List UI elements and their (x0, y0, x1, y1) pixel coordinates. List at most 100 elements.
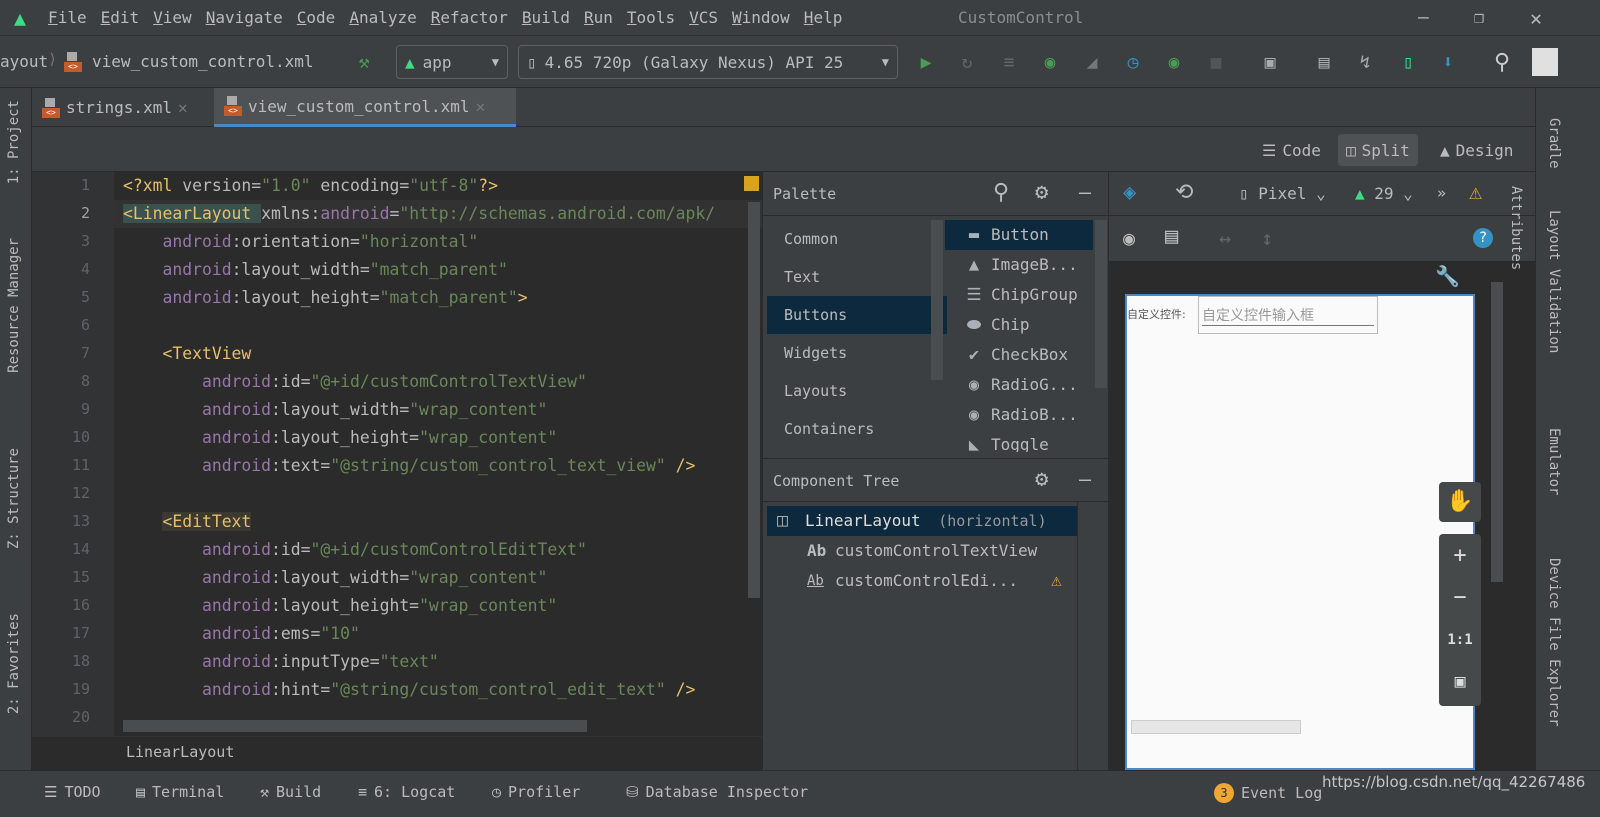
minimize-icon[interactable]: — (1079, 467, 1091, 491)
gear-icon[interactable]: ⚙ (1035, 180, 1048, 205)
avatar[interactable] (1532, 48, 1558, 76)
warning-icon[interactable]: ⚠ (1469, 180, 1482, 205)
code-line[interactable]: <LinearLayout xmlns:android="http://sche… (123, 200, 715, 228)
help-icon[interactable]: ? (1473, 228, 1493, 248)
palette-item[interactable]: ☰ ChipGroup (945, 280, 1093, 310)
terminal-icon[interactable]: ▤ (1312, 50, 1336, 74)
layers-icon[interactable]: ◈ (1123, 180, 1136, 205)
gradle-sync-icon[interactable]: ↯ (1353, 50, 1377, 74)
vertical-resize-icon[interactable]: ↕ (1261, 226, 1273, 250)
zoom-in-button[interactable]: + (1439, 536, 1481, 576)
terminal-button[interactable]: ▤ Terminal (136, 783, 224, 801)
menu-navigate[interactable]: Navigate (206, 8, 283, 27)
menu-view[interactable]: View (153, 8, 192, 27)
items-scrollbar[interactable] (1095, 220, 1107, 388)
code-line[interactable]: android:id="@+id/customControlTextView" (123, 368, 587, 396)
project-structure-icon[interactable]: ▣ (1258, 50, 1282, 74)
device-select[interactable]: ▯ 4.65 720p (Galaxy Nexus) API 25 ▼ (518, 45, 898, 79)
zoom-fit-icon[interactable]: ▣ (1439, 662, 1481, 702)
tool-emulator[interactable]: Emulator (1546, 428, 1562, 495)
palette-item[interactable]: ⬬ Chip (945, 310, 1093, 340)
wrench-icon[interactable]: 🔧 (1435, 264, 1460, 288)
profiler-button[interactable]: ◷ Profiler (492, 783, 580, 801)
sdk-manager-icon[interactable]: ⬇ (1436, 50, 1460, 74)
code-line[interactable]: <TextView (123, 340, 251, 368)
tool-resource-manager[interactable]: Resource Manager (6, 238, 22, 373)
palette-item[interactable]: ◣ Toggle (945, 430, 1093, 452)
hammer-icon[interactable]: ⚒ (352, 50, 376, 74)
attach-debugger-icon[interactable]: ◉ (1162, 50, 1186, 74)
menu-help[interactable]: Help (804, 8, 843, 27)
code-line[interactable]: <EditText (123, 508, 252, 536)
code-line[interactable]: android:ems="10" (123, 620, 360, 648)
api-picker[interactable]: ▲ 29 ⌄ (1355, 184, 1413, 203)
device-preview[interactable]: 自定义控件: 自定义控件输入框 (1125, 294, 1475, 770)
menu-analyze[interactable]: Analyze (349, 8, 416, 27)
minimize-icon[interactable]: — (1079, 180, 1091, 204)
menu-run[interactable]: Run (584, 8, 613, 27)
close-button[interactable]: ✕ (1530, 6, 1542, 30)
menu-code[interactable]: Code (297, 8, 336, 27)
code-line[interactable]: android:layout_width="wrap_content" (123, 396, 547, 424)
code-line[interactable]: android:layout_width="match_parent" (123, 256, 507, 284)
run-config-select[interactable]: ▲ app ▼ (396, 45, 508, 79)
vertical-scrollbar[interactable] (748, 202, 760, 598)
palette-item[interactable]: ✔ CheckBox (945, 340, 1093, 370)
overflow-icon[interactable]: » (1437, 184, 1446, 202)
apply-changes-icon[interactable]: ↻ (955, 50, 979, 74)
palette-item[interactable]: ◉ RadioB... (945, 400, 1093, 430)
tab-strings-xml[interactable]: strings.xml ✕ (32, 88, 198, 127)
logcat-button[interactable]: ≡ 6: Logcat (358, 783, 455, 801)
code-line[interactable]: android:layout_height="wrap_content" (123, 424, 557, 452)
gear-icon[interactable]: ⚙ (1035, 467, 1048, 492)
tool-gradle[interactable]: Gradle (1546, 118, 1562, 169)
code-line[interactable]: android:orientation="horizontal" (123, 228, 478, 256)
close-tab-icon[interactable]: ✕ (178, 98, 188, 117)
search-icon[interactable]: ⚲ (993, 180, 1009, 205)
build-button[interactable]: ⚒ Build (260, 783, 321, 801)
tool-device-file-explorer[interactable]: Device File Explorer (1546, 558, 1562, 727)
tree-item-textview[interactable]: Ab customControlTextView (767, 536, 1077, 566)
horizontal-scrollbar[interactable] (123, 720, 587, 732)
design-mode-button[interactable]: ▲ Design (1432, 134, 1521, 166)
search-icon[interactable]: ⚲ (1490, 50, 1514, 75)
breadcrumb-file[interactable]: view_custom_control.xml (92, 52, 314, 71)
minimize-button[interactable]: — (1418, 7, 1429, 28)
code-line[interactable]: android:id="@+id/customControlEditText" (123, 536, 587, 564)
run-icon[interactable]: ▶ (914, 50, 938, 74)
apply-code-changes-icon[interactable]: ≡ (997, 50, 1021, 74)
eye-icon[interactable]: ◉ (1123, 226, 1135, 250)
split-mode-button[interactable]: ◫ Split (1338, 134, 1418, 166)
code-line[interactable]: android:layout_height="match_parent"> (123, 284, 527, 312)
code-line[interactable]: android:text="@string/custom_control_tex… (123, 452, 695, 480)
tree-item-linearlayout[interactable]: ◫ LinearLayout (horizontal) (767, 506, 1077, 536)
event-log-button[interactable]: 3 Event Log (1214, 783, 1322, 803)
horizontal-resize-icon[interactable]: ↔ (1219, 226, 1231, 250)
avd-manager-icon[interactable]: ▯ (1396, 50, 1420, 74)
code-editor[interactable]: 1 2 3 4 5 6 7 8 9 10 11 12 13 14 15 16 17 18 19 20 <?xml ve… (32, 172, 762, 736)
attach-icon[interactable]: ◢ (1080, 50, 1104, 74)
code-line[interactable]: android:layout_width="wrap_content" (123, 564, 547, 592)
device-picker[interactable]: ▯ Pixel ⌄ (1239, 184, 1326, 203)
palette-item[interactable]: ▬ Button (945, 220, 1093, 250)
tree-item-edittext[interactable]: Ab customControlEdi... ⚠ (767, 566, 1077, 596)
tool-structure[interactable]: Z: Structure (6, 448, 22, 549)
code-line[interactable]: android:hint="@string/custom_control_edi… (123, 676, 695, 704)
zoom-actual-button[interactable]: 1:1 (1439, 620, 1481, 660)
orientation-icon[interactable]: ⟲ (1175, 180, 1193, 205)
menu-tools[interactable]: Tools (627, 8, 675, 27)
tool-project[interactable]: 1: Project (6, 100, 22, 184)
palette-item[interactable]: ▲ ImageB... (945, 250, 1093, 280)
zoom-out-button[interactable]: − (1439, 578, 1481, 618)
tab-view-custom-control-xml[interactable]: view_custom_control.xml ✕ (214, 88, 516, 127)
debug-icon[interactable]: ◉ (1038, 50, 1062, 74)
menu-build[interactable]: Build (522, 8, 570, 27)
code-mode-button[interactable]: ☰ Code (1254, 134, 1329, 166)
restore-button[interactable]: ❐ (1474, 8, 1484, 28)
tool-favorites[interactable]: 2: Favorites (6, 613, 22, 714)
preview-scrollbar[interactable] (1131, 720, 1301, 734)
todo-button[interactable]: ☰ TODO (44, 783, 101, 801)
menu-edit[interactable]: Edit (101, 8, 140, 27)
breadcrumb-parent[interactable]: ayout (0, 52, 48, 71)
preview-edittext[interactable]: 自定义控件输入框 (1198, 296, 1378, 334)
